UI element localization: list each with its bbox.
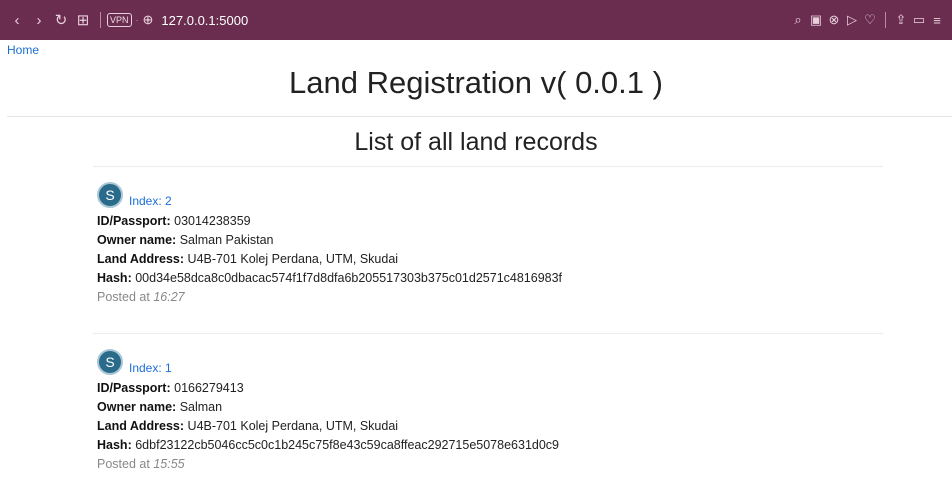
menu-icon[interactable]: ≡ bbox=[928, 13, 946, 28]
record-address: Land Address: U4B-701 Kolej Perdana, UTM… bbox=[97, 419, 399, 433]
record-id: ID/Passport: 0166279413 bbox=[97, 381, 244, 395]
back-icon[interactable]: ‹ bbox=[6, 12, 28, 29]
browser-toolbar: ‹ › ↻ ⊞ VPN · ⊕ 127.0.0.1:5000 ⌕ ▣ ⊗ ▷ ♡… bbox=[0, 0, 952, 40]
share-icon[interactable]: ⇪ bbox=[892, 12, 910, 28]
record-address: Land Address: U4B-701 Kolej Perdana, UTM… bbox=[97, 252, 399, 266]
land-record: S Index: 2 ID/Passport: 03014238359 Owne… bbox=[97, 174, 887, 307]
search-icon[interactable]: ⌕ bbox=[789, 12, 807, 28]
globe-icon: ⊕ bbox=[142, 12, 154, 27]
record-divider bbox=[93, 333, 883, 334]
record-hash: Hash: 6dbf23122cb5046cc5c0c1b245c75f8e43… bbox=[97, 438, 559, 452]
section-title: List of all land records bbox=[354, 128, 598, 156]
toolbar-divider bbox=[885, 12, 886, 28]
avatar: S bbox=[97, 349, 123, 375]
record-posted-time: Posted at 15:55 bbox=[97, 457, 185, 471]
record-posted-time: Posted at 16:27 bbox=[97, 290, 185, 304]
send-icon[interactable]: ▷ bbox=[843, 12, 861, 28]
land-record: S Index: 1 ID/Passport: 0166279413 Owner… bbox=[97, 341, 887, 474]
avatar: S bbox=[97, 182, 123, 208]
record-index-link[interactable]: Index: 2 bbox=[129, 192, 172, 211]
dropdown-dot-icon: · bbox=[135, 15, 139, 25]
toolbar-divider bbox=[100, 12, 101, 28]
record-id: ID/Passport: 03014238359 bbox=[97, 214, 251, 228]
camera-icon[interactable]: ▣ bbox=[807, 12, 825, 28]
battery-icon[interactable]: ▭ bbox=[910, 12, 928, 28]
record-owner: Owner name: Salman Pakistan bbox=[97, 233, 274, 247]
grid-icon[interactable]: ⊞ bbox=[72, 11, 94, 29]
vpn-badge[interactable]: VPN bbox=[107, 13, 132, 27]
page-title: Land Registration v( 0.0.1 ) bbox=[289, 65, 663, 100]
forward-icon[interactable]: › bbox=[28, 12, 50, 29]
title-divider bbox=[7, 116, 952, 117]
home-link[interactable]: Home bbox=[7, 43, 39, 57]
block-icon[interactable]: ⊗ bbox=[825, 12, 843, 28]
reload-icon[interactable]: ↻ bbox=[50, 11, 72, 29]
address-bar[interactable]: 127.0.0.1:5000 bbox=[161, 13, 248, 28]
record-hash: Hash: 00d34e58dca8c0dbacac574f1f7d8dfa6b… bbox=[97, 271, 563, 285]
section-divider bbox=[93, 166, 883, 167]
record-owner: Owner name: Salman bbox=[97, 400, 223, 414]
heart-icon[interactable]: ♡ bbox=[861, 12, 879, 28]
record-index-link[interactable]: Index: 1 bbox=[129, 359, 172, 378]
